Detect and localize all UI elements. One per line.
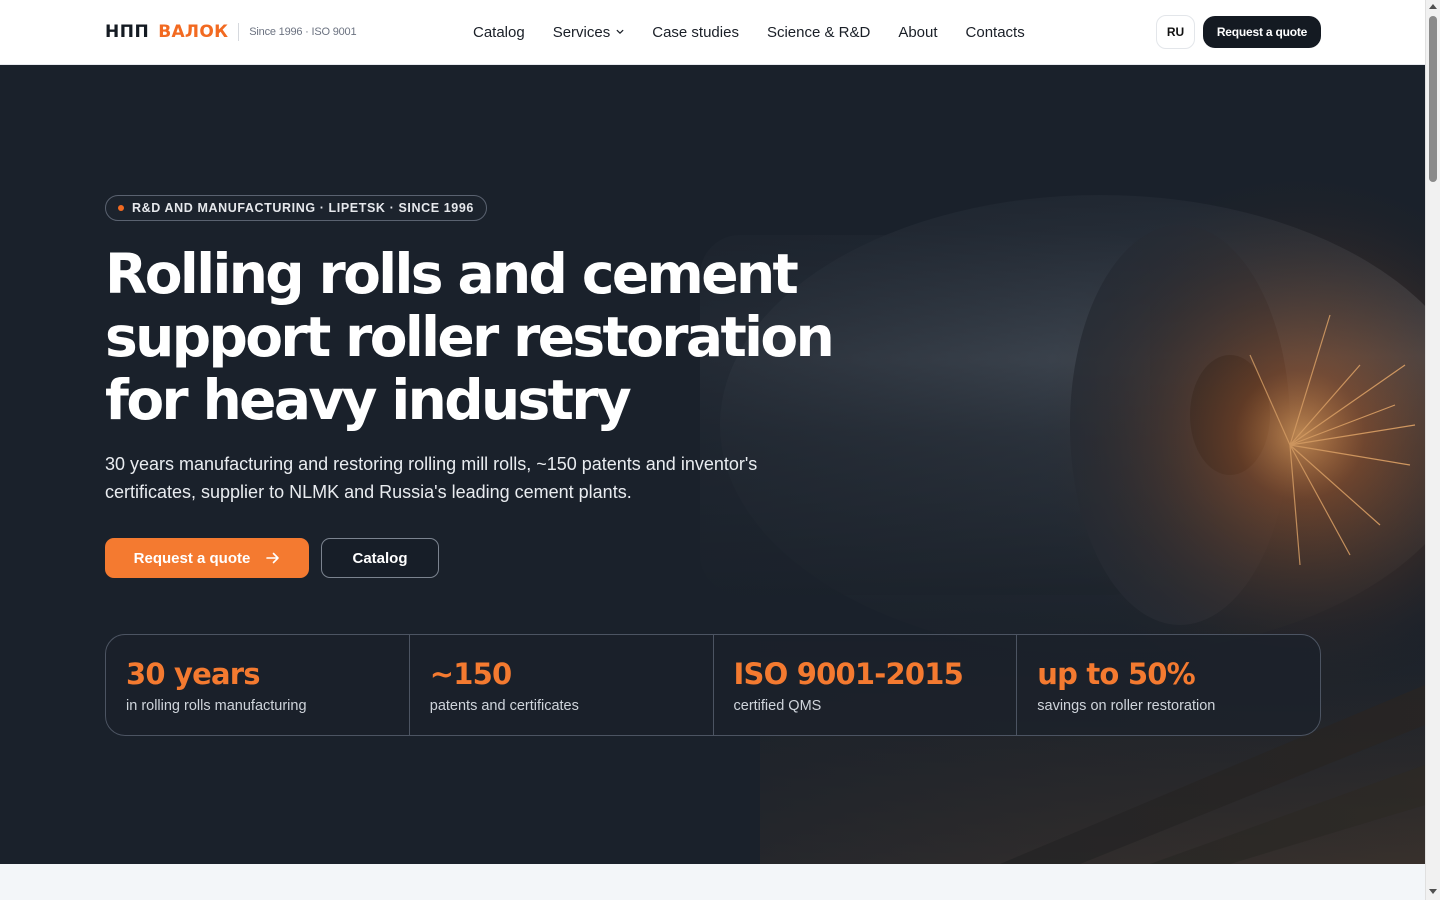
chevron-down-icon [616, 29, 624, 34]
hero-title-line-2: support roller restoration [105, 305, 835, 369]
stat-label: certified QMS [733, 698, 822, 714]
stat-label: patents and certificates [429, 698, 579, 714]
stat-value: ISO 9001-2015 [733, 657, 964, 691]
page-scrollbar[interactable] [1425, 0, 1440, 900]
stats-panel: 30 years in rolling rolls manufacturing … [105, 634, 1321, 736]
hero-badge-text: R&D AND MANUFACTURING · LIPETSK · SINCE … [132, 201, 474, 215]
scrollbar-thumb[interactable] [1429, 16, 1437, 182]
nav-item-services[interactable]: Services [553, 24, 625, 41]
hero-title-line-1: Rolling rolls and cement [105, 242, 799, 306]
hero-request-quote-button[interactable]: Request a quote [105, 538, 309, 578]
stat-card: ISO 9001-2015 certified QMS [714, 635, 1018, 735]
scroll-up-arrow-icon[interactable] [1429, 4, 1437, 9]
site-header: НПП ВАЛОК Since 1996 · ISO 9001 Catalog … [0, 0, 1425, 65]
arrow-right-icon [266, 552, 280, 564]
stat-value: ~150 [429, 657, 512, 691]
nav-item-contacts[interactable]: Contacts [966, 24, 1025, 41]
header-request-quote-button[interactable]: Request a quote [1203, 16, 1321, 48]
hero-section: R&D AND MANUFACTURING · LIPETSK · SINCE … [0, 65, 1425, 864]
nav-item-science-rd[interactable]: Science & R&D [767, 24, 870, 41]
stat-card: 30 years in rolling rolls manufacturing [106, 635, 410, 735]
stat-card: ~150 patents and certificates [410, 635, 714, 735]
next-section [0, 864, 1425, 900]
stat-card: up to 50% savings on roller restoration [1017, 635, 1320, 735]
stat-value: up to 50% [1037, 657, 1195, 691]
nav-item-services-label: Services [552, 23, 611, 41]
logo[interactable]: НПП ВАЛОК Since 1996 · ISO 9001 [105, 21, 357, 43]
language-switch-button[interactable]: RU [1156, 15, 1195, 49]
hero-badge: R&D AND MANUFACTURING · LIPETSK · SINCE … [105, 195, 487, 221]
nav-item-case-studies[interactable]: Case studies [652, 24, 739, 41]
nav-item-about[interactable]: About [898, 24, 937, 41]
logo-primary-text: НПП [105, 22, 150, 42]
dot-icon [118, 205, 124, 211]
nav-item-catalog[interactable]: Catalog [473, 24, 525, 41]
hero-title: Rolling rolls and cement support roller … [105, 243, 885, 432]
stat-value: 30 years [126, 657, 261, 691]
stat-label: savings on roller restoration [1037, 698, 1216, 714]
hero-title-line-3: for heavy industry [105, 368, 632, 432]
hero-request-quote-label: Request a quote [133, 549, 251, 567]
logo-divider [238, 23, 240, 41]
logo-accent-text: ВАЛОК [158, 22, 229, 42]
hero-subtitle: 30 years manufacturing and restoring rol… [105, 454, 758, 502]
logo-since-text: Since 1996 · ISO 9001 [249, 26, 357, 38]
stat-label: in rolling rolls manufacturing [126, 698, 307, 714]
scroll-down-arrow-icon[interactable] [1429, 889, 1437, 894]
main-nav: Catalog Services Case studies Science & … [473, 22, 1053, 42]
hero-catalog-button[interactable]: Catalog [321, 538, 439, 578]
